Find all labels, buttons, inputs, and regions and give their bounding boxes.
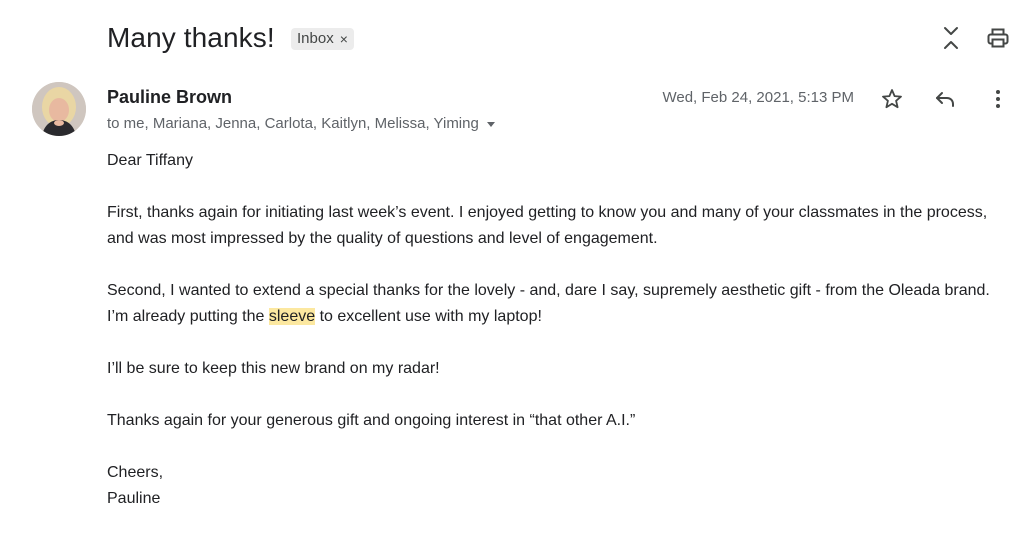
- body-paragraph-2: Second, I wanted to extend a special tha…: [107, 278, 1011, 330]
- print-icon[interactable]: [984, 24, 1012, 52]
- signature: Pauline: [107, 490, 161, 507]
- message-body: Dear Tiffany First, thanks again for ini…: [107, 148, 1011, 512]
- message-timestamp: Wed, Feb 24, 2021, 5:13 PM: [662, 89, 854, 106]
- recipients-text: to me, Mariana, Jenna, Carlota, Kaitlyn,…: [107, 115, 479, 132]
- closing: Cheers,: [107, 464, 164, 481]
- body-paragraph-1: First, thanks again for initiating last …: [107, 204, 988, 247]
- recipients-line: to me, Mariana, Jenna, Carlota, Kaitlyn,…: [107, 114, 497, 134]
- sender-avatar[interactable]: [32, 82, 86, 136]
- paragraph-2-end: to excellent use with my laptop!: [315, 308, 542, 325]
- caret-down-icon[interactable]: [485, 118, 497, 130]
- greeting: Dear Tiffany: [107, 152, 193, 169]
- remove-label-icon[interactable]: ×: [340, 32, 348, 46]
- inbox-label-chip[interactable]: Inbox ×: [291, 28, 354, 50]
- reply-icon[interactable]: [932, 86, 958, 112]
- body-paragraph-3: I’ll be sure to keep this new brand on m…: [107, 360, 440, 377]
- star-icon[interactable]: [879, 86, 905, 112]
- inbox-label-text: Inbox: [297, 30, 334, 47]
- unfold-icon[interactable]: [937, 24, 965, 52]
- sender-name[interactable]: Pauline Brown: [107, 86, 232, 108]
- more-vert-icon[interactable]: [985, 86, 1011, 112]
- email-subject: Many thanks!: [107, 22, 275, 53]
- paragraph-2-start: Second, I wanted to extend a special tha…: [107, 282, 990, 325]
- body-paragraph-4: Thanks again for your generous gift and …: [107, 412, 636, 429]
- highlighted-word: sleeve: [268, 308, 316, 325]
